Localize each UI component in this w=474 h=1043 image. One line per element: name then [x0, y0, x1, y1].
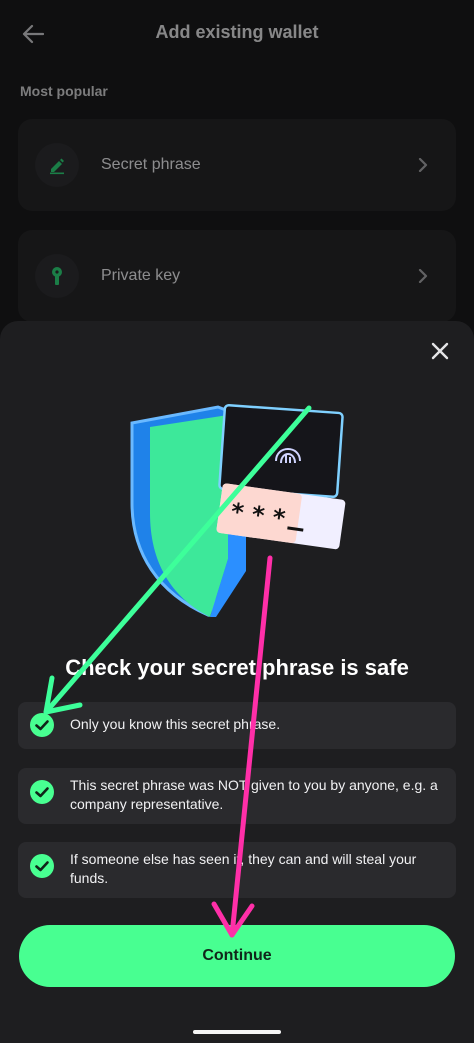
close-icon [431, 342, 449, 360]
shield-password-illustration: * * * [130, 404, 346, 617]
check-item[interactable]: Only you know this secret phrase. [18, 702, 456, 749]
check-circle-icon [30, 854, 54, 878]
check-text: This secret phrase was NOT given to you … [70, 777, 438, 812]
continue-button[interactable]: Continue [19, 925, 455, 987]
check-item[interactable]: This secret phrase was NOT given to you … [18, 768, 456, 824]
check-text: If someone else has seen it, they can an… [70, 851, 417, 886]
check-text: Only you know this secret phrase. [70, 716, 281, 732]
safety-check-sheet: * * * Check your secret phrase is safe O… [0, 321, 474, 1043]
close-button[interactable] [428, 339, 452, 363]
check-circle-icon [30, 713, 54, 737]
home-indicator [193, 1030, 281, 1034]
sheet-title: Check your secret phrase is safe [65, 655, 409, 680]
check-item[interactable]: If someone else has seen it, they can an… [18, 842, 456, 898]
check-circle-icon [30, 780, 54, 804]
